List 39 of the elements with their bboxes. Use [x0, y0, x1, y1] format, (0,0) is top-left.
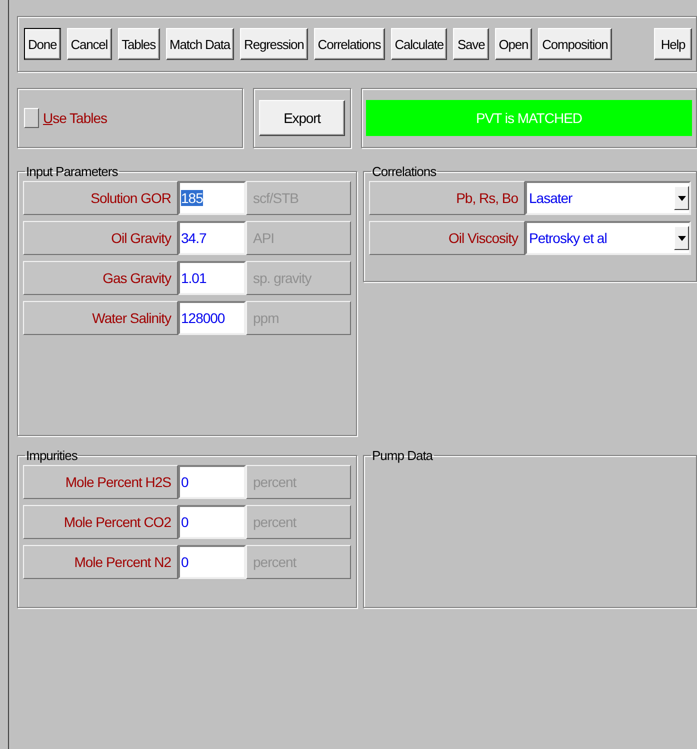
input-field[interactable]: 1.01: [178, 261, 246, 295]
toolbar-button[interactable]: Composition: [538, 28, 612, 60]
field-label: Solution GOR: [23, 181, 178, 215]
caret-icon: [678, 236, 686, 240]
help-button[interactable]: Help: [654, 28, 692, 60]
group-title: Input Parameters: [25, 164, 119, 179]
field-label: Water Salinity: [23, 301, 178, 335]
toolbar-button[interactable]: Calculate: [390, 28, 448, 60]
field-label: Oil Viscosity: [369, 221, 525, 255]
field-label: Mole Percent H2S: [23, 465, 178, 499]
input-field[interactable]: 128000: [178, 301, 246, 335]
input-field[interactable]: 185: [178, 181, 246, 215]
toolbar-button[interactable]: Save: [453, 28, 489, 60]
toolbar-button[interactable]: Correlations: [314, 28, 385, 60]
toolbar-button[interactable]: Done: [24, 28, 61, 60]
field-label: Pb, Rs, Bo: [369, 181, 525, 215]
toolbar-button[interactable]: Open: [494, 28, 532, 60]
toolbar-button[interactable]: Regression: [240, 28, 308, 60]
toolbar-button[interactable]: Match Data: [166, 28, 234, 60]
checkbox-label[interactable]: Use Tables: [43, 110, 108, 126]
field-label: Mole Percent CO2: [23, 505, 178, 539]
toolbar-button[interactable]: Tables: [118, 28, 160, 60]
input-field[interactable]: 0: [178, 545, 246, 579]
field-label: Oil Gravity: [23, 221, 178, 255]
dropdown[interactable]: Lasater: [525, 181, 691, 215]
input-field[interactable]: 34.7: [178, 221, 246, 255]
group-title: Pump Data: [371, 448, 434, 463]
checkbox[interactable]: [24, 108, 39, 128]
toolbar-button[interactable]: Cancel: [66, 28, 112, 60]
input-field[interactable]: 0: [178, 505, 246, 539]
caret-icon: [678, 196, 686, 200]
status-banner: PVT is MATCHED: [366, 100, 692, 136]
group-title: Correlations: [371, 164, 438, 179]
group-title: Impurities: [25, 448, 78, 463]
field-label: Mole Percent N2: [23, 545, 178, 579]
field-label: Gas Gravity: [23, 261, 178, 295]
dropdown[interactable]: Petrosky et al: [525, 221, 691, 255]
export-button[interactable]: Export: [259, 100, 345, 136]
input-field[interactable]: 0: [178, 465, 246, 499]
